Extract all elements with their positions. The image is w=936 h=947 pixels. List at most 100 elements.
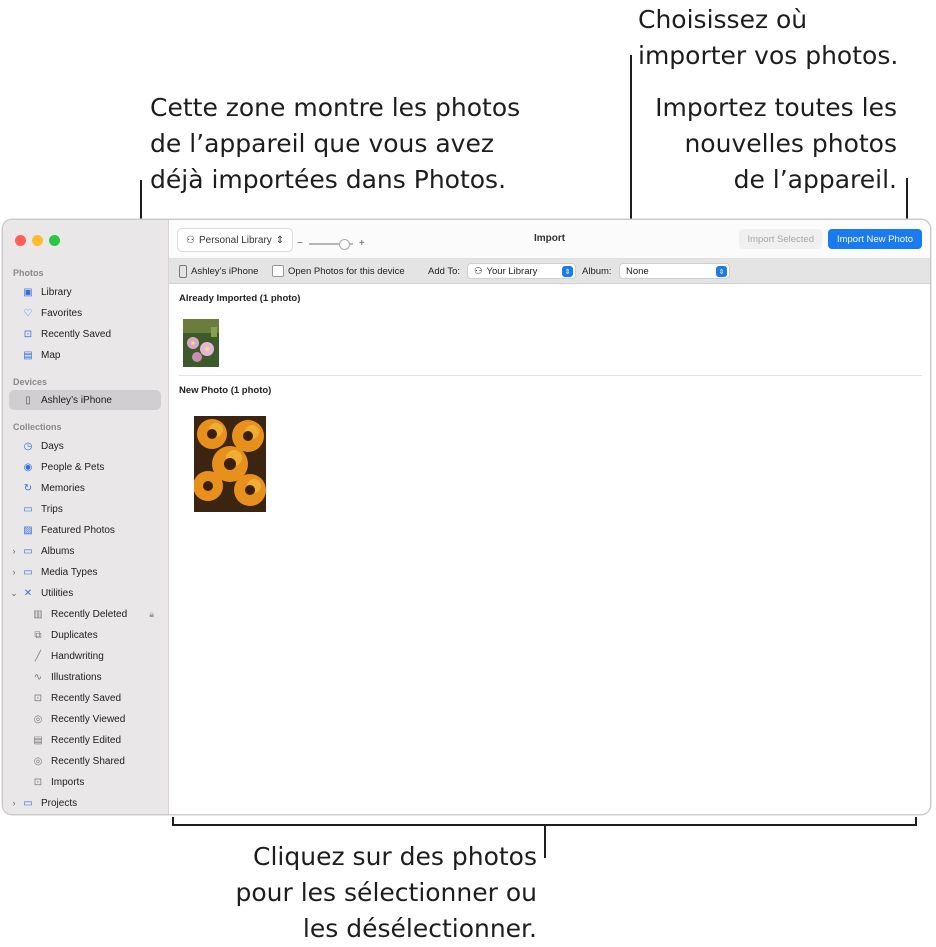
album-popup[interactable]: None ⇕: [619, 263, 730, 279]
already-imported-photo[interactable]: [183, 319, 219, 367]
callout-line: nouvelles photos: [684, 129, 897, 158]
sidebar-item-media-types[interactable]: › ▭ Media Types: [3, 562, 168, 582]
checkbox[interactable]: [272, 265, 284, 277]
person-icon: ⚇: [474, 265, 483, 277]
sidebar-item-map[interactable]: ▤ Map: [3, 345, 168, 365]
sidebar-item-ashleys-iphone[interactable]: ▯ Ashley’s iPhone: [9, 390, 161, 410]
sidebar-item-imports[interactable]: ⊡ Imports: [3, 772, 168, 792]
photos-window: Photos ▣ Library ♡ Favorites ⊡ Recently Sav…: [2, 219, 931, 815]
callout-line: Cette zone montre les photos: [150, 93, 521, 122]
sidebar-item-label: Duplicates: [51, 629, 98, 641]
sidebar-item-label: People & Pets: [41, 461, 105, 473]
tray-icon: ⊡: [33, 692, 43, 704]
slider-knob[interactable]: [338, 238, 350, 250]
callout-line: de l’appareil que vous avez: [150, 129, 494, 158]
open-photos-checkbox[interactable]: Open Photos for this device: [272, 259, 405, 283]
album-label: Album:: [582, 265, 612, 277]
sidebar-item-favorites[interactable]: ♡ Favorites: [3, 303, 168, 323]
person-icon: ⚇: [186, 234, 195, 246]
sidebar-item-memories[interactable]: ↻ Memories: [3, 478, 168, 498]
iphone-icon: [179, 264, 187, 278]
sidebar-item-projects[interactable]: › ▭ Projects: [3, 793, 168, 813]
callout-line: Cliquez sur des photos: [253, 842, 537, 871]
sidebar-item-duplicates[interactable]: ⧉ Duplicates: [3, 625, 168, 645]
chevron-right-icon[interactable]: ›: [9, 567, 19, 577]
sidebar-item-handwriting[interactable]: ╱ Handwriting: [3, 646, 168, 666]
sidebar-item-label: Recently Viewed: [51, 713, 126, 725]
sidebar-item-recently-shared[interactable]: ◎ Recently Shared: [3, 751, 168, 771]
sidebar-item-recently-saved[interactable]: ⊡ Recently Saved: [3, 324, 168, 344]
featured-photo-icon: ▨: [23, 524, 33, 536]
sidebar-item-utilities[interactable]: ⌄ ✕ Utilities: [3, 583, 168, 603]
zoom-slider[interactable]: − +: [297, 238, 365, 250]
sidebar-item-trips[interactable]: ▭ Trips: [3, 499, 168, 519]
sidebar-item-label: Memories: [41, 482, 85, 494]
toolbar: ⚇ Personal Library ⇕ − + Import Import S…: [169, 220, 930, 259]
sidebar-item-albums[interactable]: › ▭ Albums: [3, 541, 168, 561]
sidebar-item-days[interactable]: ◷ Days: [3, 436, 168, 456]
device-label: Ashley’s iPhone: [179, 259, 258, 283]
memories-icon: ↻: [23, 482, 33, 494]
device-name: Ashley’s iPhone: [191, 265, 259, 277]
add-to-label: Add To:: [428, 265, 461, 277]
checkbox-label: Open Photos for this device: [288, 265, 405, 277]
chevron-right-icon[interactable]: ›: [9, 546, 19, 556]
sidebar-item-label: Featured Photos: [41, 524, 115, 536]
sidebar-item-illustrations[interactable]: ∿ Illustrations: [3, 667, 168, 687]
callout-select-photos: Cliquez sur des photos pour les sélectio…: [236, 839, 538, 947]
library-picker-label: Personal Library: [198, 234, 272, 246]
chevron-right-icon[interactable]: ›: [9, 798, 19, 808]
sunflower-photo-thumbnail: [194, 416, 266, 512]
sidebar-item-recently-edited[interactable]: ▤ Recently Edited: [3, 730, 168, 750]
leader-line-bottom: [544, 824, 546, 858]
sidebar-item-featured-photos[interactable]: ▨ Featured Photos: [3, 520, 168, 540]
album-icon: ▭: [23, 545, 33, 557]
sidebar-item-recently-saved-utility[interactable]: ⊡ Recently Saved: [3, 688, 168, 708]
already-imported-heading: Already Imported (1 photo): [179, 293, 301, 304]
section-divider: [179, 375, 922, 376]
heart-icon: ♡: [23, 307, 33, 319]
lock-icon: 🔒︎: [149, 608, 154, 619]
sidebar-item-label: Media Types: [41, 566, 98, 578]
callout-line: les désélectionner.: [302, 914, 537, 943]
window-title: Import: [533, 233, 566, 244]
sidebar-item-recently-viewed[interactable]: ◎ Recently Viewed: [3, 709, 168, 729]
bracket-bottom-left-tick: [172, 817, 174, 826]
library-picker[interactable]: ⚇ Personal Library ⇕: [177, 228, 294, 252]
zoom-button[interactable]: [49, 235, 60, 246]
callout-line: de l’appareil.: [733, 165, 897, 194]
bracket-bottom-right-tick: [915, 817, 917, 826]
callout-line: déjà importées dans Photos.: [150, 165, 507, 194]
sidebar-item-label: Albums: [41, 545, 75, 557]
chevron-down-icon[interactable]: ⌄: [9, 588, 19, 599]
sidebar-section-collections: Collections: [13, 422, 62, 432]
import-selected-button[interactable]: Import Selected: [739, 229, 822, 249]
sidebar-item-label: Illustrations: [51, 671, 102, 683]
pen-icon: ╱: [34, 650, 42, 662]
sidebar-section-devices: Devices: [13, 377, 48, 387]
sidebar-item-label: Projects: [41, 797, 78, 809]
sidebar-item-label: Ashley’s iPhone: [41, 394, 112, 406]
chevron-updown-icon: ⇕: [275, 234, 285, 246]
sidebar-item-library[interactable]: ▣ Library: [3, 282, 168, 302]
new-photo[interactable]: [194, 416, 266, 512]
callout-line: pour les sélectionner ou: [235, 878, 538, 907]
album-icon: ▭: [23, 566, 33, 578]
brush-icon: ∿: [33, 671, 43, 683]
minimize-button[interactable]: [32, 235, 43, 246]
close-button[interactable]: [15, 235, 26, 246]
trash-icon: ▥: [33, 608, 43, 620]
import-options-bar: Ashley’s iPhone Open Photos for this dev…: [169, 259, 930, 284]
sidebar-section-photos: Photos: [13, 268, 44, 278]
clock-icon: ◷: [23, 440, 33, 452]
sidebar-item-recently-deleted[interactable]: ▥ Recently Deleted 🔒︎: [3, 604, 168, 624]
slider-track[interactable]: [308, 238, 353, 250]
import-new-photo-button[interactable]: Import New Photo: [827, 229, 922, 249]
sidebar-item-people-pets[interactable]: ◉ People & Pets: [3, 457, 168, 477]
add-to-popup[interactable]: ⚇ Your Library ⇕: [467, 263, 576, 279]
album-icon: ▭: [23, 797, 33, 809]
chevron-updown-icon: ⇕: [716, 266, 727, 277]
sidebar-item-label: Recently Deleted: [51, 608, 128, 620]
callout-line: Choisissez où: [638, 5, 808, 34]
sidebar-item-label: Recently Saved: [41, 328, 112, 340]
